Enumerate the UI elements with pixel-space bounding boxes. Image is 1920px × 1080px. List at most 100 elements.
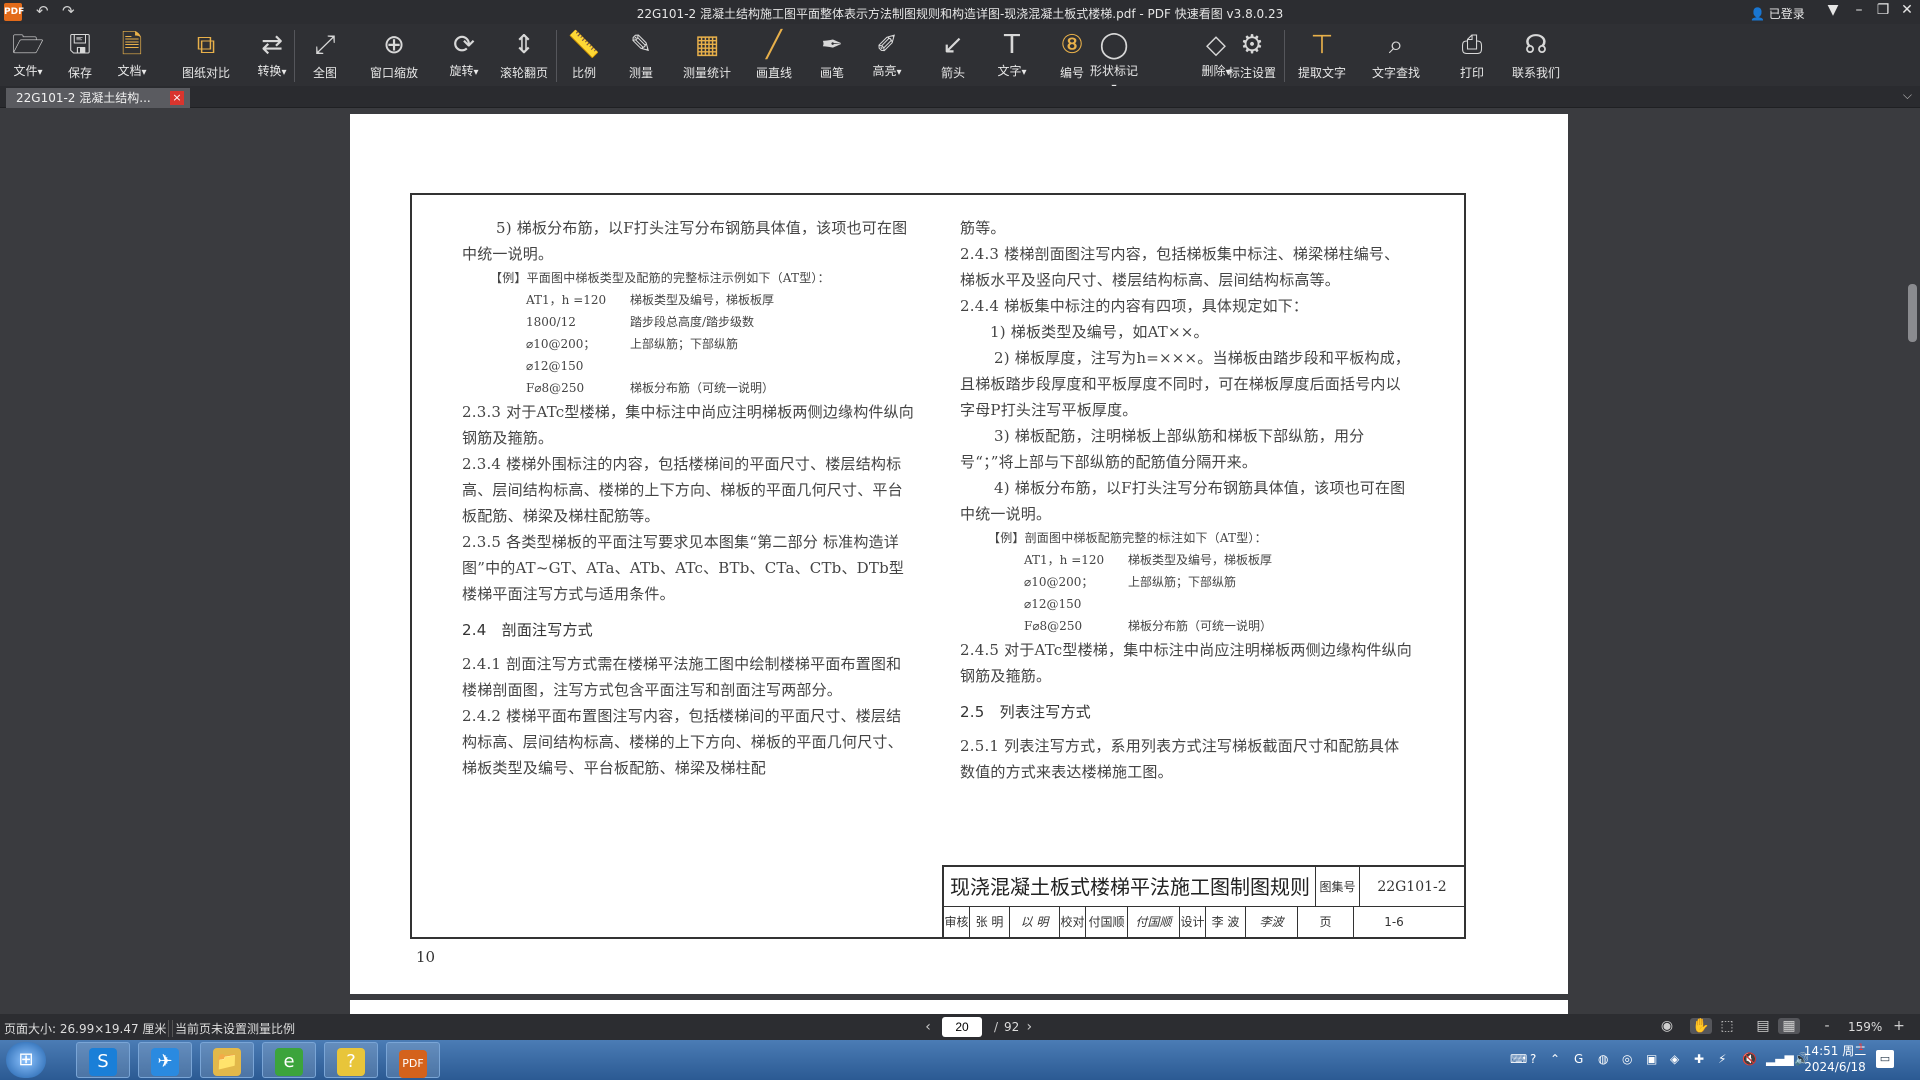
toolbar-measure-button[interactable]: ✎ 测量 — [614, 28, 668, 84]
select-tool-icon[interactable]: ⬚ — [1716, 1018, 1738, 1034]
scroll-page-icon: ⇕ — [513, 30, 535, 60]
toolbar-document-button[interactable]: 🗎 文档▾ — [102, 28, 162, 84]
vertical-scrollbar[interactable] — [1908, 284, 1917, 342]
toolbar-fit-all-button[interactable]: ⤢ 全图 — [300, 28, 350, 84]
toolbar-pen-button[interactable]: ✒ 画笔 — [808, 28, 856, 84]
toolbar-convert-button[interactable]: ⇄ 转换▾ — [242, 28, 302, 84]
toolbar-annotation-settings-button[interactable]: ⚙ 标注设置 — [1226, 28, 1278, 84]
paragraph: 2.4.4 梯板集中标注的内容有四项，具体规定如下： — [960, 297, 1309, 315]
login-status[interactable]: 👤 已登录 — [1750, 5, 1805, 22]
zoom-out-icon[interactable]: - — [1816, 1018, 1838, 1034]
paragraph: 2.3.3 对于ATc型楼梯，集中标注中尚应注明梯板两侧边缘构件纵向钢筋及箍筋。 — [462, 403, 914, 447]
toolbar-extract-text-button[interactable]: ⊤ 提取文字 — [1290, 28, 1354, 84]
restore-button[interactable]: ❐ — [1872, 2, 1894, 18]
continuous-page-icon[interactable]: ▦ — [1778, 1018, 1800, 1034]
taskbar-app-button[interactable]: 📁 — [200, 1042, 254, 1078]
login-label: 已登录 — [1768, 7, 1805, 21]
taskbar-app-button[interactable]: S — [76, 1042, 130, 1078]
page-input[interactable] — [942, 1017, 982, 1037]
next-page-edge — [350, 1000, 1568, 1014]
toolbar-label: 提取文字 — [1297, 66, 1346, 80]
toolbar-label: 画笔 — [819, 66, 844, 80]
paragraph: 2.4.5 对于ATc型楼梯，集中标注中尚应注明梯板两侧边缘构件纵向钢筋及箍筋。 — [960, 641, 1412, 685]
zoom-level[interactable]: 159% — [1848, 1020, 1882, 1034]
toolbar-print-button[interactable]: ⎙ 打印 — [1452, 28, 1492, 84]
example-desc: 梯板类型及编号，梯板板厚 — [630, 293, 775, 307]
show-desktop-button[interactable]: ▭ — [1876, 1050, 1894, 1068]
folder-tray-icon[interactable]: ▣ — [1646, 1052, 1657, 1066]
network-icon[interactable]: ▂▄▆ — [1766, 1052, 1794, 1066]
shield-tray-icon[interactable]: ◈ — [1670, 1052, 1679, 1066]
example-code: F⌀8@250 — [1024, 619, 1083, 633]
toolbar-headset-button[interactable]: ☊ 联系我们 — [1506, 28, 1566, 84]
scale-note[interactable]: 当前页未设置测量比例 — [168, 1020, 295, 1037]
close-button[interactable]: ✕ — [1896, 2, 1918, 18]
toolbar-scroll-page-button[interactable]: ⇕ 滚轮翻页 — [494, 28, 554, 84]
document-tab[interactable]: 22G101-2 混凝土结构... × — [6, 88, 190, 108]
toolbar-label: 转换 — [257, 64, 282, 78]
page-size: 页面大小: 26.99×19.47 厘米 — [4, 1020, 174, 1037]
toolbar-shape-mark-button[interactable]: ◯形状标记▾ — [1090, 28, 1138, 93]
toolbar-label: 打印 — [1459, 66, 1484, 80]
taskbar-app-button[interactable]: ✈ — [138, 1042, 192, 1078]
browser-tray-icon[interactable]: G — [1574, 1052, 1583, 1066]
annotation-settings-icon: ⚙ — [1240, 30, 1264, 60]
app-tray-icon[interactable]: ◎ — [1622, 1052, 1632, 1066]
next-page-icon[interactable]: › — [1019, 1019, 1039, 1035]
speaker-muted-icon[interactable]: 🔇 — [1742, 1052, 1757, 1066]
extract-text-icon: ⊤ — [1310, 30, 1334, 60]
paragraph: 2.3.4 楼梯外围标注的内容，包括楼梯间的平面尺寸、楼层结构标高、层间结构标高… — [462, 455, 903, 525]
tab-bar: 22G101-2 混凝土结构... × ⌵ — [0, 86, 1920, 108]
highlight-icon: ✐ — [876, 30, 898, 60]
help-tray-icon[interactable]: ? — [1530, 1052, 1536, 1066]
tray-arrow-icon[interactable]: ⌃ — [1550, 1052, 1560, 1066]
prev-page-icon[interactable]: ‹ — [918, 1019, 938, 1035]
toolbar-separator — [556, 30, 557, 82]
toolbar-arrow-button[interactable]: ↙ 箭头 — [926, 28, 980, 84]
dropdown-caret-icon: ▾ — [281, 67, 287, 78]
toolbar-compare-button[interactable]: ⧉ 图纸对比 — [170, 28, 242, 84]
toolbar-save-button[interactable]: 🖫 保存 — [58, 28, 102, 84]
toolbar-rotate-button[interactable]: ⟳ 旋转▾ — [438, 28, 490, 84]
paragraph: 4) 梯板分布筋，以F打头注写分布钢筋具体值，该项也可在图中统一说明。 — [960, 479, 1406, 523]
document-viewer[interactable]: 5) 梯板分布筋，以F打头注写分布钢筋具体值，该项也可在图中统一说明。 【例】平面… — [0, 108, 1920, 1014]
section-heading: 2.5 列表注写方式 — [960, 703, 1091, 721]
security-tray-icon[interactable]: ✚ — [1694, 1052, 1704, 1066]
drawing-frame: 5) 梯板分布筋，以F打头注写分布钢筋具体值，该项也可在图中统一说明。 【例】平面… — [410, 193, 1466, 939]
toolbar-search-button[interactable]: ⌕ 文字查找 — [1368, 28, 1424, 84]
toolbar-folder-button[interactable]: 🗁 文件▾ — [4, 28, 52, 84]
status-bar: 页面大小: 26.99×19.47 厘米 当前页未设置测量比例 ‹ / 92 ›… — [0, 1014, 1920, 1040]
keyboard-icon[interactable]: ⌨ — [1510, 1052, 1527, 1066]
window-zoom-icon: ⊕ — [383, 30, 405, 60]
toolbar-measure-stats-button[interactable]: ▦ 测量统计 — [672, 28, 742, 84]
toolbar-text-button[interactable]: T 文字▾ — [986, 28, 1038, 84]
taskbar-app-button[interactable]: PDF — [386, 1042, 440, 1078]
document-icon: 🗎 — [121, 30, 143, 60]
start-button[interactable]: ⊞ — [6, 1042, 46, 1078]
toolbar-highlight-button[interactable]: ✐ 高亮▾ — [862, 28, 912, 84]
hand-tool-icon[interactable]: ✋ — [1690, 1018, 1712, 1034]
toolbar-label: 联系我们 — [1511, 66, 1560, 80]
folder-icon: 🗁 — [11, 30, 45, 60]
power-tray-icon[interactable]: ⚡ — [1718, 1052, 1726, 1066]
eye-icon[interactable]: ◉ — [1656, 1018, 1678, 1034]
minimize-button[interactable]: – — [1848, 2, 1870, 18]
toolbar-scale-button[interactable]: 📏 比例 — [560, 28, 608, 84]
toolbar-label: 标注设置 — [1227, 66, 1276, 80]
toolbar-window-zoom-button[interactable]: ⊕ 窗口缩放 — [354, 28, 434, 84]
toolbar-line-button[interactable]: ╱ 画直线 — [742, 28, 806, 84]
measure-stats-icon: ▦ — [694, 30, 720, 60]
menu-dropdown-icon[interactable]: ▼ — [1822, 2, 1844, 18]
chevron-down-icon[interactable]: ⌵ — [1903, 88, 1912, 103]
close-tab-icon[interactable]: × — [170, 91, 184, 105]
zoom-in-icon[interactable]: + — [1888, 1018, 1910, 1034]
title-block-cell: 审核 — [944, 907, 970, 937]
single-page-icon[interactable]: ▤ — [1752, 1018, 1774, 1034]
toolbar-separator — [1284, 30, 1285, 82]
taskbar-app-button[interactable]: e — [262, 1042, 316, 1078]
title-block-cell: 以 明 — [1010, 907, 1060, 937]
paragraph: 2.4.2 楼梯平面布置图注写内容，包括楼梯间的平面尺寸、楼层结构标高、层间结构… — [462, 707, 903, 777]
ie-icon: e — [275, 1048, 303, 1076]
wechat-tray-icon[interactable]: ◍ — [1598, 1052, 1608, 1066]
taskbar-app-button[interactable]: ? — [324, 1042, 378, 1078]
